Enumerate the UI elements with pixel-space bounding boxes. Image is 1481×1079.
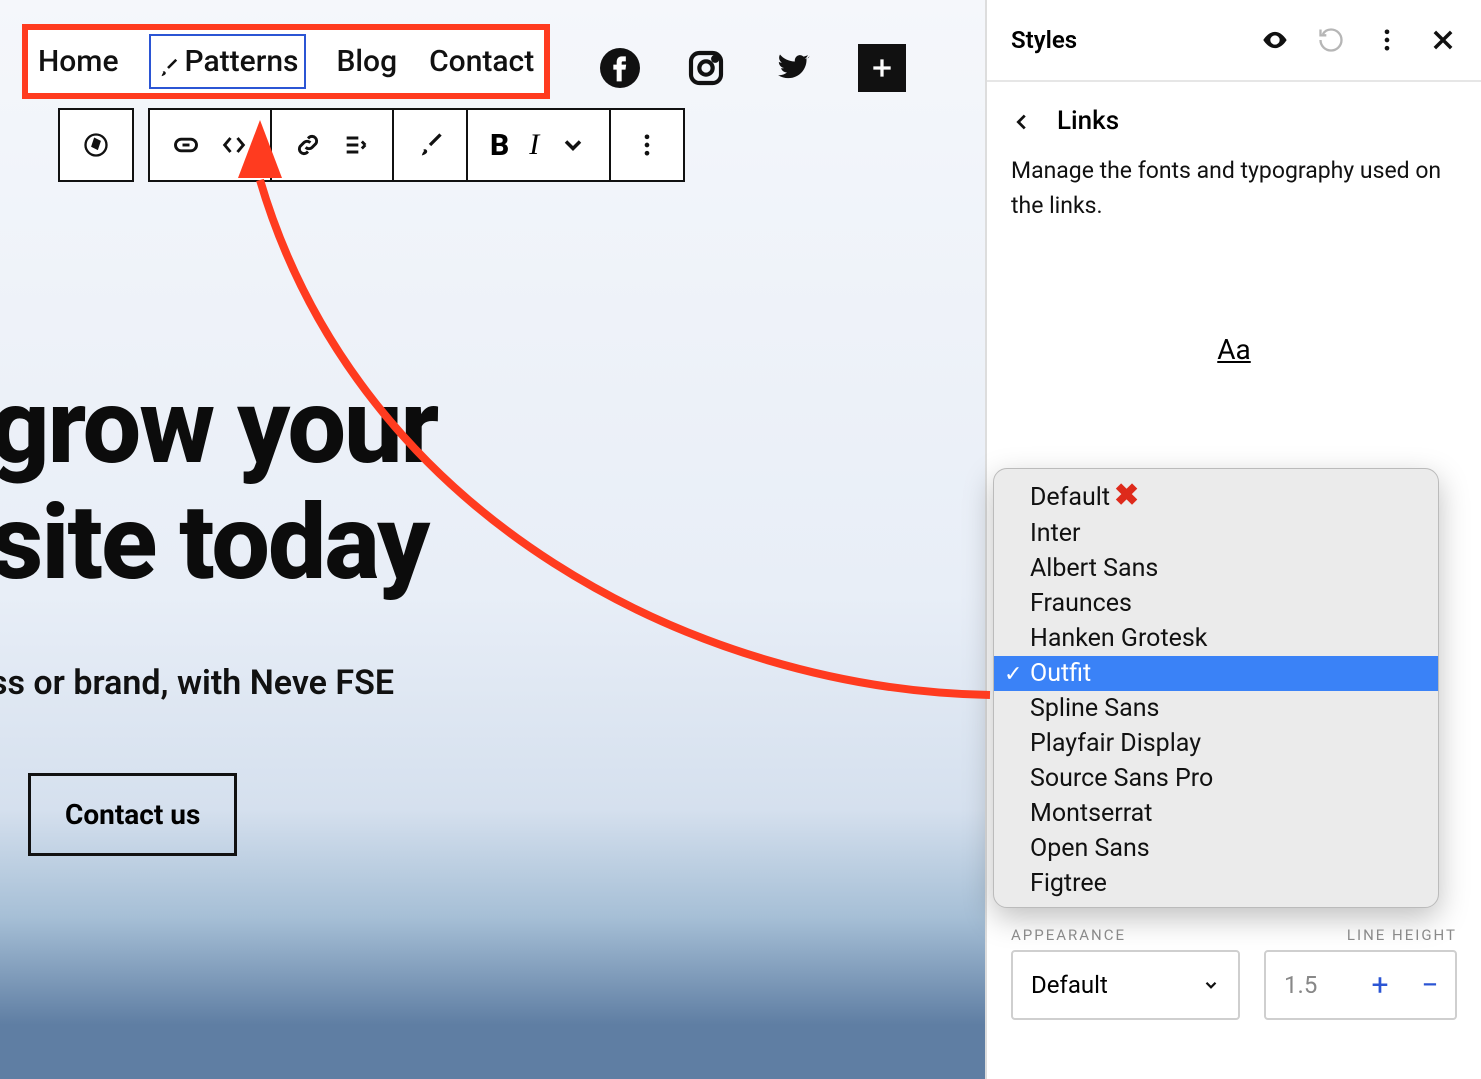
stepper-minus[interactable]: −: [1405, 968, 1455, 1003]
panel-description: Manage the fonts and typography used on …: [987, 142, 1481, 223]
more-vertical-icon[interactable]: [633, 131, 661, 159]
font-option-label: Figtree: [1030, 869, 1107, 898]
editor-canvas: Home Patterns Blog Contact: [0, 0, 985, 1079]
font-option-label: Hanken Grotesk: [1030, 624, 1207, 653]
style-cell: [392, 108, 468, 182]
nav-patterns-label: Patterns: [185, 44, 299, 79]
x-annotation-icon: ✖: [1114, 478, 1139, 513]
font-option-figtree[interactable]: Figtree: [994, 866, 1438, 901]
revisions-icon[interactable]: [1317, 26, 1345, 54]
font-option-label: Montserrat: [1030, 799, 1152, 828]
facebook-icon[interactable]: [600, 48, 640, 88]
prev-next-icon[interactable]: [220, 131, 248, 159]
instagram-icon[interactable]: [686, 48, 726, 88]
hero-line2: site today: [0, 483, 428, 604]
hero-heading: grow your site today: [0, 370, 985, 603]
link-nav-cell: [148, 108, 272, 182]
font-option-label: Inter: [1030, 519, 1081, 548]
panel-breadcrumb: Links: [987, 82, 1481, 142]
compass-icon[interactable]: [82, 131, 110, 159]
chevron-down-icon: [1202, 976, 1220, 994]
lineheight-value: 1.5: [1266, 971, 1355, 999]
contact-us-button[interactable]: Contact us: [28, 773, 237, 856]
font-option-label: Playfair Display: [1030, 729, 1201, 758]
social-icons: [600, 44, 906, 92]
font-option-label: Spline Sans: [1030, 694, 1159, 723]
lineheight-label: LINE HEIGHT: [1347, 926, 1457, 944]
brush-icon: [157, 52, 179, 74]
submenu-icon[interactable]: [342, 131, 370, 159]
nav-menu-highlight: Home Patterns Blog Contact: [22, 24, 550, 99]
font-option-default[interactable]: Default✖: [994, 475, 1438, 516]
font-option-inter[interactable]: Inter: [994, 516, 1438, 551]
eye-icon[interactable]: [1261, 26, 1289, 54]
bold-button[interactable]: B: [490, 128, 509, 163]
nav-home[interactable]: Home: [36, 34, 121, 89]
panel-title: Styles: [1011, 26, 1077, 54]
hero-subtext: ss or brand, with Neve FSE: [0, 663, 985, 703]
font-option-label: Outfit: [1030, 659, 1091, 688]
close-icon[interactable]: [1429, 26, 1457, 54]
check-icon: ✓: [1004, 662, 1022, 687]
font-option-label: Albert Sans: [1030, 554, 1158, 583]
font-family-dropdown[interactable]: Default✖ Inter Albert Sans Fraunces Hanken G…: [993, 468, 1439, 908]
italic-button[interactable]: I: [529, 128, 539, 162]
hero-line1: grow your: [0, 367, 437, 488]
font-option-label: Source Sans Pro: [1030, 764, 1213, 793]
twitter-icon[interactable]: [772, 48, 812, 88]
font-option-montserrat[interactable]: Montserrat: [994, 796, 1438, 831]
nav-patterns[interactable]: Patterns: [149, 34, 307, 89]
styles-panel: Styles Links Manage the fonts and typogr…: [985, 0, 1481, 1079]
link-block-icon[interactable]: [172, 131, 200, 159]
link-icon[interactable]: [294, 131, 322, 159]
lineheight-stepper[interactable]: 1.5 + −: [1264, 950, 1457, 1020]
font-option-hanken-grotesk[interactable]: Hanken Grotesk: [994, 621, 1438, 656]
typography-preview: Aa: [987, 333, 1481, 366]
block-type-cell: [58, 108, 134, 182]
back-icon[interactable]: [1011, 110, 1033, 132]
font-option-fraunces[interactable]: Fraunces: [994, 586, 1438, 621]
nav-contact[interactable]: Contact: [427, 34, 536, 89]
font-option-open-sans[interactable]: Open Sans: [994, 831, 1438, 866]
appearance-select[interactable]: Default: [1011, 950, 1240, 1020]
add-block-button[interactable]: [858, 44, 906, 92]
format-cell: B I: [466, 108, 611, 182]
appearance-label: APPEARANCE: [1011, 926, 1126, 944]
link-tools-cell: [270, 108, 394, 182]
stepper-plus[interactable]: +: [1355, 968, 1405, 1003]
breadcrumb-section: Links: [1057, 106, 1119, 136]
font-option-label: Fraunces: [1030, 589, 1132, 618]
font-option-spline-sans[interactable]: Spline Sans: [994, 691, 1438, 726]
panel-header: Styles: [987, 0, 1481, 82]
font-option-label: Open Sans: [1030, 834, 1150, 863]
nav-blog[interactable]: Blog: [334, 34, 399, 89]
more-cell: [609, 108, 685, 182]
font-option-albert-sans[interactable]: Albert Sans: [994, 551, 1438, 586]
appearance-value: Default: [1031, 971, 1108, 999]
font-option-playfair-display[interactable]: Playfair Display: [994, 726, 1438, 761]
font-option-source-sans-pro[interactable]: Source Sans Pro: [994, 761, 1438, 796]
preview-glyph: Aa: [1217, 333, 1251, 366]
font-option-outfit[interactable]: ✓ Outfit: [994, 656, 1438, 691]
font-option-label: Default: [1030, 483, 1110, 512]
chevron-down-icon[interactable]: [559, 131, 587, 159]
brush-toolbar-icon[interactable]: [416, 131, 444, 159]
hero-section: grow your site today ss or brand, with N…: [0, 370, 985, 856]
block-toolbar: B I: [58, 108, 685, 182]
kebab-icon[interactable]: [1373, 26, 1401, 54]
